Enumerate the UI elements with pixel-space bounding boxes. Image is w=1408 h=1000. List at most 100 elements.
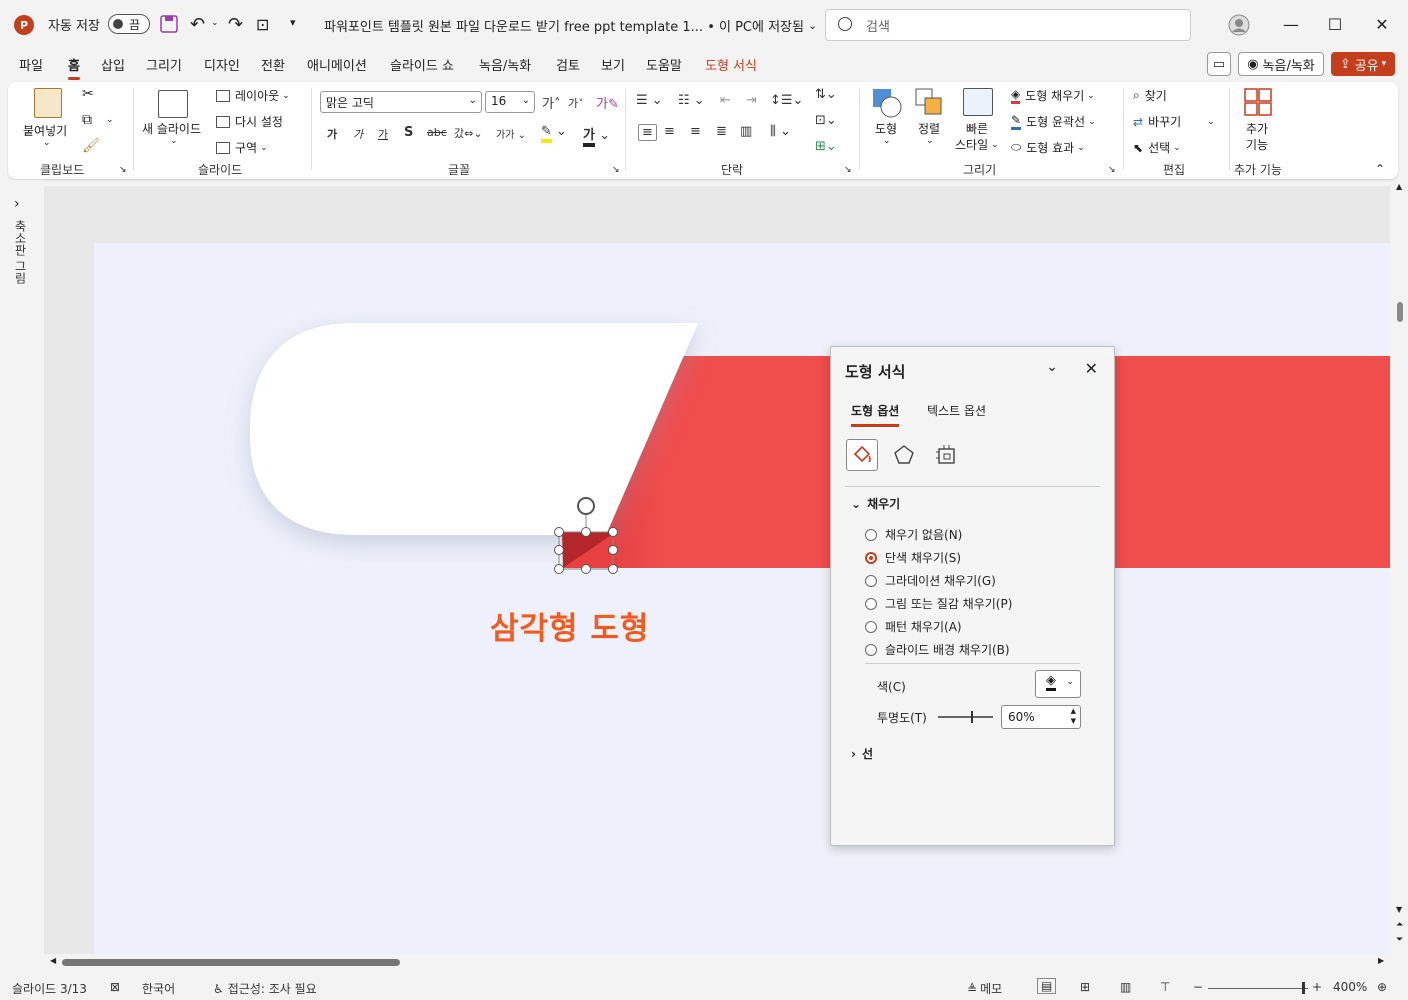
align-text-icon[interactable]: ⊡⌄: [815, 113, 837, 128]
radio-fill-solid[interactable]: [865, 551, 877, 564]
size-properties-icon[interactable]: [930, 439, 962, 471]
addins-icon[interactable]: [1244, 88, 1272, 116]
customize-toolbar-icon[interactable]: ▾: [290, 16, 296, 29]
radio-fill-gradient[interactable]: [865, 574, 877, 587]
strikethrough-icon[interactable]: abc: [427, 126, 447, 139]
save-icon[interactable]: [160, 15, 178, 33]
line-section-header[interactable]: › 선: [851, 745, 873, 762]
columns-icon[interactable]: ⫼ ⌄: [770, 124, 791, 139]
comments-icon[interactable]: ▭: [1207, 52, 1231, 76]
radio-fill-none[interactable]: [865, 528, 877, 541]
char-spacing-icon[interactable]: 갔⇔⌄: [454, 125, 483, 141]
tab-design[interactable]: 디자인: [204, 55, 240, 74]
new-slide-icon[interactable]: [158, 90, 188, 118]
text-direction-icon[interactable]: ⇅⌄: [815, 87, 837, 102]
layout-button[interactable]: 레이아웃 ⌄: [216, 87, 290, 104]
fill-section-header[interactable]: ⌄ 채우기: [851, 495, 900, 512]
collapse-ribbon-icon[interactable]: ⌃: [1375, 162, 1385, 176]
replace-button[interactable]: ⇄ 바꾸기 ⌄: [1133, 113, 1215, 130]
reset-button[interactable]: 다시 설정: [216, 113, 283, 130]
font-size-select[interactable]: 16 ⌄: [485, 91, 535, 113]
distributed-icon[interactable]: ▥: [740, 124, 752, 139]
effects-pentagon-icon[interactable]: [888, 439, 920, 471]
previous-slide-icon[interactable]: ⏶: [1396, 920, 1403, 930]
document-title[interactable]: 파워포인트 템플릿 원본 파일 다운로드 받기 free ppt templat…: [324, 16, 817, 35]
highlight-color-icon[interactable]: ✎ ⌄: [541, 124, 567, 143]
find-button[interactable]: ⌕ 찾기: [1133, 87, 1167, 104]
tab-animations[interactable]: 애니메이션: [307, 55, 367, 74]
fill-line-icon[interactable]: [846, 439, 878, 471]
scroll-right-icon[interactable]: ▶: [1378, 956, 1384, 965]
font-name-select[interactable]: 맑은 고딕 ⌄: [320, 91, 482, 113]
justify-icon[interactable]: ≣: [716, 124, 727, 139]
spinner-up-down-icon[interactable]: ▲ ▼: [1071, 706, 1076, 726]
copy-icon[interactable]: ⧉: [82, 112, 92, 128]
shadow-icon[interactable]: S: [404, 125, 413, 140]
slide-canvas[interactable]: 삼각형 도형: [94, 243, 1390, 954]
language-indicator[interactable]: 한국어: [142, 980, 175, 997]
zoom-in-icon[interactable]: +: [1312, 980, 1322, 994]
zoom-slider[interactable]: [1208, 982, 1308, 994]
section-button[interactable]: 구역 ⌄: [216, 139, 268, 156]
bold-icon[interactable]: 가: [327, 126, 337, 142]
minimize-icon[interactable]: —: [1271, 10, 1311, 38]
spelling-check-icon[interactable]: ⊠: [110, 980, 120, 994]
tab-transitions[interactable]: 전환: [261, 55, 285, 74]
tab-help[interactable]: 도움말: [646, 55, 682, 74]
vertical-scrollbar[interactable]: ▲ ▼ ⏶ ⏷: [1392, 180, 1408, 954]
arrange-dropdown-icon[interactable]: ⌄: [926, 136, 934, 146]
slideshow-view-icon[interactable]: ⊤: [1160, 980, 1170, 994]
underline-icon[interactable]: 가: [378, 126, 388, 142]
radio-fill-picture[interactable]: [865, 597, 877, 610]
maximize-icon[interactable]: ☐: [1315, 10, 1355, 38]
zoom-slider-thumb[interactable]: [1302, 982, 1305, 994]
slide-caption-text[interactable]: 삼각형 도형: [490, 603, 649, 648]
change-case-icon[interactable]: 가가 ⌄: [496, 126, 526, 141]
normal-view-icon[interactable]: ▤: [1037, 978, 1057, 994]
format-painter-icon[interactable]: 🖌: [82, 138, 100, 154]
accessibility-status[interactable]: ♿ 접근성: 조사 필요: [213, 980, 317, 997]
pane-close-icon[interactable]: ✕: [1085, 359, 1098, 378]
vertical-scroll-thumb[interactable]: [1397, 302, 1403, 322]
line-spacing-icon[interactable]: ↕☰⌄: [770, 93, 803, 108]
increase-indent-icon[interactable]: ⇥: [746, 93, 757, 108]
arrange-button[interactable]: 정렬: [918, 120, 940, 137]
fill-option-solid[interactable]: 단색 채우기(S): [865, 549, 961, 566]
record-button[interactable]: ◉ 녹음/녹화: [1238, 52, 1324, 76]
scroll-up-icon[interactable]: ▲: [1396, 182, 1402, 191]
expand-thumbnails-icon[interactable]: ›: [14, 196, 20, 212]
quick-styles-icon[interactable]: [963, 88, 993, 116]
drawing-launcher-icon[interactable]: ↘: [1108, 165, 1116, 175]
new-slide-dropdown-icon[interactable]: ⌄: [170, 136, 178, 146]
paste-button[interactable]: 붙여넣기: [23, 122, 67, 139]
tab-view[interactable]: 보기: [601, 55, 625, 74]
convert-smartart-icon[interactable]: ⊞⌄: [815, 139, 837, 154]
grow-font-icon[interactable]: 가˄: [542, 93, 560, 112]
reading-view-icon[interactable]: ▥: [1120, 980, 1131, 994]
transparency-slider-thumb[interactable]: [971, 711, 973, 723]
transparency-input[interactable]: 60% ▲ ▼: [1001, 705, 1081, 729]
close-icon[interactable]: ✕: [1362, 10, 1402, 38]
tab-review[interactable]: 검토: [556, 55, 580, 74]
scroll-down-icon[interactable]: ▼: [1396, 905, 1402, 914]
align-center-icon[interactable]: ≡: [664, 124, 675, 139]
radio-fill-pattern[interactable]: [865, 620, 877, 633]
autosave-toggle[interactable]: 끔: [108, 14, 150, 34]
transparency-slider[interactable]: [938, 711, 993, 723]
share-button[interactable]: ⇪ 공유 ▾: [1331, 52, 1395, 76]
italic-icon[interactable]: 가: [353, 126, 363, 142]
quick-styles-button-line2[interactable]: 스타일 ⌄: [955, 136, 999, 153]
shapes-button[interactable]: 도형: [875, 120, 897, 137]
tab-text-options[interactable]: 텍스트 옵션: [927, 402, 986, 419]
select-button[interactable]: ⬉ 선택 ⌄: [1133, 139, 1181, 156]
tab-record[interactable]: 녹음/녹화: [479, 55, 531, 74]
font-color-icon[interactable]: 가 ⌄: [583, 124, 610, 147]
cut-icon[interactable]: ✂: [82, 86, 94, 102]
addins-button-line1[interactable]: 추가: [1246, 120, 1268, 137]
radio-fill-slide-background[interactable]: [865, 643, 877, 656]
fill-option-gradient[interactable]: 그라데이션 채우기(G): [865, 572, 996, 589]
shape-fill-button[interactable]: ◈ 도형 채우기 ⌄: [1011, 87, 1095, 104]
fill-option-picture[interactable]: 그림 또는 질감 채우기(P): [865, 595, 1012, 612]
pane-options-chevron-icon[interactable]: ⌄: [1046, 359, 1058, 375]
thumbnail-panel-label[interactable]: 축소판 그림: [12, 220, 29, 284]
